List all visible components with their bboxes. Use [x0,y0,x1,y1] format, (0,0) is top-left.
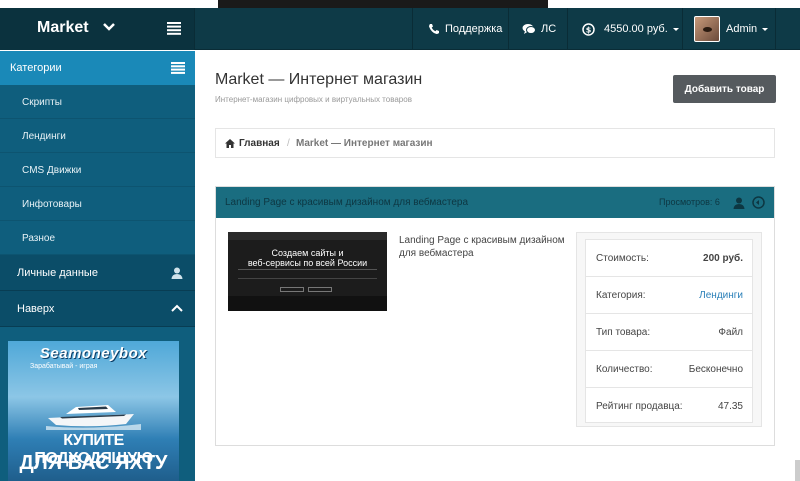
breadcrumb: Главная / Market — Интернет магазин [215,128,775,158]
sidebar-item-infoproducts[interactable]: Инфотовары [0,187,195,221]
breadcrumb-separator: / [287,138,290,149]
sidebar-item-label: Наверх [17,303,55,315]
info-row-price: Стоимость: 200 руб. [586,240,752,277]
main-content: Market — Интернет магазин Интернет-магаз… [196,51,800,481]
category-link[interactable]: Лендинги [699,290,743,301]
page-title: Market — Интернет магазин [215,71,423,88]
user-icon [733,197,745,209]
sidebar-item-categories[interactable]: Категории [0,51,195,85]
info-row-category: Категория: Лендинги [586,277,752,314]
info-value: Файл [718,327,743,338]
balance-label: 4550.00 руб. [604,23,668,35]
sidebar-item-cms[interactable]: CMS Движки [0,153,195,187]
phone-icon [429,24,439,34]
banner-subtitle: Зарабатывай - играя [30,363,98,370]
info-key: Рейтинг продавца: [596,401,683,412]
info-key: Категория: [596,290,646,301]
chevron-up-icon [171,304,183,312]
sidebar-item-label: Инфотовары [22,199,82,210]
thumb-footer [228,296,387,311]
info-row-quantity: Количество: Бесконечно [586,351,752,388]
thumb-text-lines [238,269,377,279]
yacht-image [46,405,141,430]
info-key: Тип товара: [596,327,651,338]
brand-title[interactable]: Market [37,19,89,37]
sidebar-item-personal[interactable]: Личные данные [0,255,195,291]
breadcrumb-home-label: Главная [239,138,280,149]
sidebar-item-label: Разное [22,233,56,244]
support-link[interactable]: Поддержка [428,8,502,50]
top-ad-banner[interactable] [218,0,548,8]
chat-icon [522,24,536,34]
arrow-circle-icon[interactable] [752,196,765,209]
product-thumbnail[interactable]: Создаем сайты и веб-сервисы по всей Росс… [228,232,387,311]
info-row-rating: Рейтинг продавца: 47.35 [586,388,752,425]
sidebar-item-label: Личные данные [17,267,98,279]
product-description[interactable]: Landing Page с красивым дизайном для веб… [399,234,569,260]
info-value: Бесконечно [688,364,743,375]
thumb-heading-line1: Создаем сайты и [271,248,344,258]
nav-divider [682,8,683,50]
breadcrumb-current: Market — Интернет магазин [296,138,433,149]
menu-toggle-icon[interactable] [167,22,181,35]
info-key: Количество: [596,364,653,375]
banner-line2: ДЛЯ ВАС ЯХТУ [19,452,168,474]
user-dropdown[interactable]: Admin [694,8,769,50]
thumb-button [280,287,304,292]
brand-block: Market [0,8,195,50]
user-icon [171,267,183,279]
sidebar: Категории Скрипты Лендинги CMS Движки Ин… [0,51,195,481]
dollar-icon: $ [582,22,595,36]
nav-divider [508,8,509,50]
thumb-heading: Создаем сайты и веб-сервисы по всей Росс… [228,248,387,268]
views-count: Просмотров: 6 [659,197,720,207]
support-label: Поддержка [445,23,503,35]
sidebar-item-label: Категории [10,62,62,74]
scrollbar[interactable] [795,460,800,481]
product-panel-header: Landing Page с красивым дизайном для веб… [216,187,774,218]
page-subtitle: Интернет-магазин цифровых и виртуальных … [215,95,412,104]
ad-banner-yacht[interactable]: Seamoneybox Зарабатывай - играя КУПИТЕ П… [8,341,179,481]
thumb-heading-line2: веб-сервисы по всей России [247,258,368,268]
banner-title: Seamoneybox [39,345,148,362]
product-info-box: Стоимость: 200 руб. Категория: Лендинги … [576,232,762,427]
svg-text:$: $ [586,25,592,34]
avatar [694,16,720,42]
top-navbar: Market Поддержка ЛС $ 4550.00 руб. Admin [0,8,800,50]
product-panel: Landing Page с красивым дизайном для веб… [215,186,775,446]
info-row-type: Тип товара: Файл [586,314,752,351]
top-ad-strip [0,0,800,8]
messages-label: ЛС [541,23,557,35]
breadcrumb-home[interactable]: Главная [225,138,280,149]
nav-divider [567,8,568,50]
caret-down-icon [762,27,769,31]
product-header-title[interactable]: Landing Page с красивым дизайном для веб… [225,197,468,208]
sidebar-item-landings[interactable]: Лендинги [0,119,195,153]
sidebar-item-label: CMS Движки [22,165,82,176]
sidebar-item-label: Лендинги [22,131,66,142]
info-key: Стоимость: [596,253,649,264]
sidebar-item-misc[interactable]: Разное [0,221,195,255]
balance-dropdown[interactable]: $ 4550.00 руб. [582,8,679,50]
sidebar-item-top[interactable]: Наверх [0,291,195,327]
product-info-table: Стоимость: 200 руб. Категория: Лендинги … [585,239,753,423]
caret-down-icon [672,27,679,31]
list-icon [171,62,185,74]
thumb-button [308,287,332,292]
sidebar-item-scripts[interactable]: Скрипты [0,85,195,119]
user-label: Admin [726,23,758,35]
chevron-down-icon[interactable] [102,20,116,34]
add-product-button[interactable]: Добавить товар [673,75,776,103]
messages-link[interactable]: ЛС [522,8,556,50]
nav-divider [412,8,413,50]
info-value: 47.35 [717,401,743,412]
sidebar-item-label: Скрипты [22,97,62,108]
info-value: 200 руб. [703,253,743,264]
thumb-header-bar [228,232,387,240]
home-icon [225,139,235,148]
nav-divider [775,8,776,50]
